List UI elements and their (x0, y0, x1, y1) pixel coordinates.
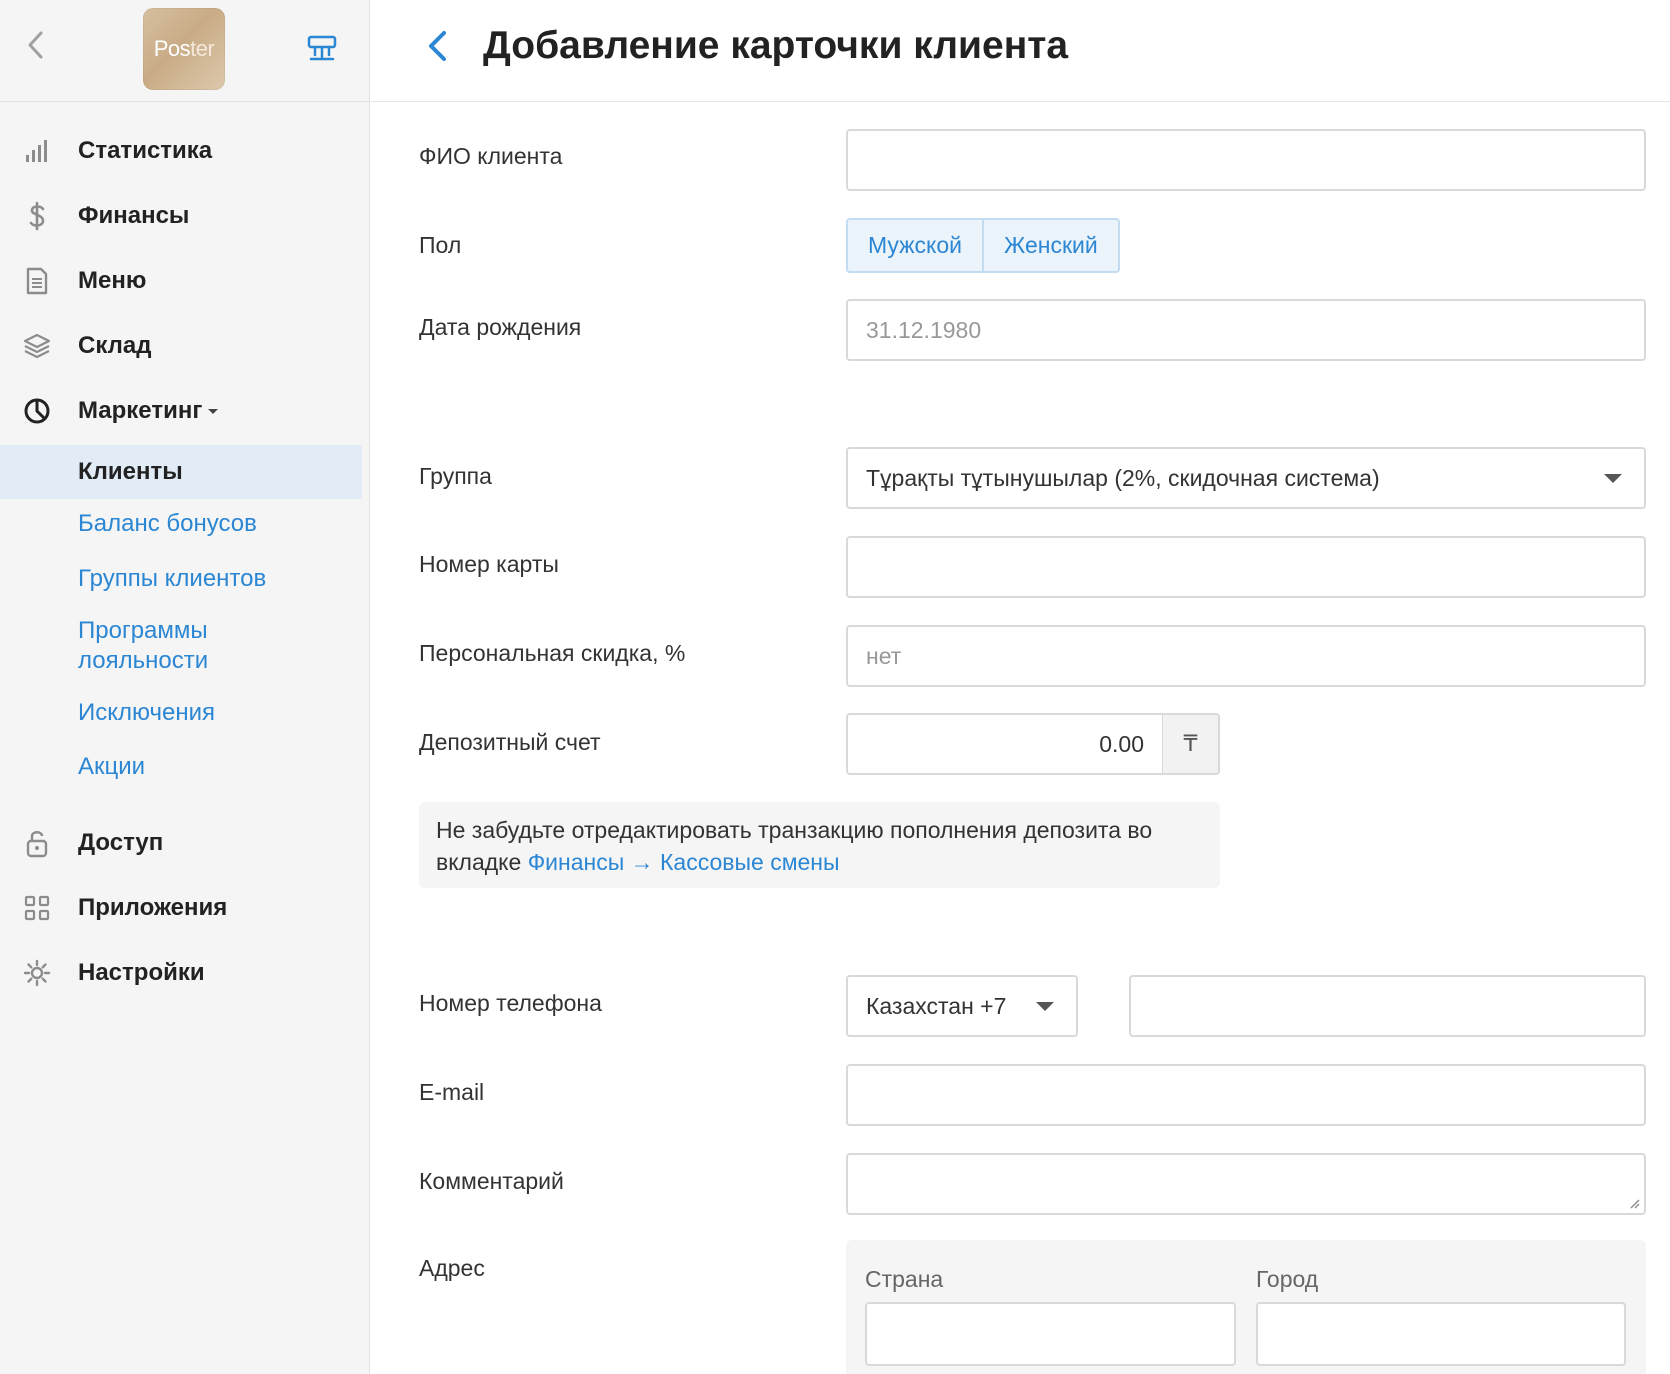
address-panel: Страна Город (846, 1240, 1646, 1374)
sidebar-item-apps[interactable]: Приложения (0, 875, 369, 940)
phone-country-value: Казахстан +7 (866, 992, 1007, 1019)
card-number-label: Номер карты (419, 551, 559, 577)
layers-icon (22, 331, 52, 361)
poster-logo[interactable]: Poster (143, 8, 225, 90)
sidebar-item-storage[interactable]: Склад (0, 313, 369, 378)
sidebar-item-label: Баланс бонусов (78, 510, 257, 537)
finance-cash-shifts-link[interactable]: Финансы → Кассовые смены (528, 849, 840, 875)
sidebar-item-exclusions[interactable]: Исключения (0, 698, 369, 728)
currency-addon: ₸ (1163, 713, 1220, 775)
bar-chart-icon (22, 136, 52, 166)
apps-grid-icon (22, 893, 52, 923)
address-label: Адрес (419, 1255, 485, 1281)
phone-input[interactable] (1129, 975, 1646, 1037)
page-title: Добавление карточки клиента (483, 24, 1069, 67)
chevron-left-icon (429, 31, 446, 61)
sidebar-item-label: Склад (78, 331, 152, 359)
lock-icon (22, 828, 52, 858)
back-button[interactable] (419, 26, 455, 66)
sidebar-item-clients[interactable]: Клиенты (0, 445, 362, 499)
logo-text-a: Pos (153, 36, 191, 61)
sidebar-item-settings[interactable]: Настройки (0, 940, 369, 1005)
deposit-label: Депозитный счет (419, 729, 601, 755)
gender-male-button[interactable]: Мужской (848, 220, 982, 271)
deposit-note: Не забудьте отредактировать транзакцию п… (419, 802, 1220, 888)
phone-country-select[interactable]: Казахстан +7 (846, 975, 1078, 1037)
discount-label: Персональная скидка, % (419, 640, 686, 666)
caret-down-icon (208, 408, 219, 414)
group-selected-value: Тұрақты тұтынушылар (2%, скидочная систе… (866, 464, 1380, 491)
sidebar-item-label: Акции (78, 753, 146, 780)
marketing-submenu: Клиенты Баланс бонусов Группы клиентов П… (0, 445, 369, 782)
sidebar-item-finance[interactable]: Финансы (0, 183, 369, 248)
sidebar-item-statistics[interactable]: Статистика (0, 118, 369, 183)
dropdown-arrow-icon (1604, 474, 1622, 483)
birthday-label: Дата рождения (419, 314, 582, 340)
discount-input[interactable]: нет (846, 625, 1646, 687)
gender-label: Пол (419, 232, 462, 258)
card-number-input[interactable] (846, 536, 1646, 598)
sidebar-item-label: Приложения (78, 893, 228, 921)
main-nav: Статистика Финансы Меню Склад Маркетинг (0, 118, 369, 443)
sidebar-item-client-groups[interactable]: Группы клиентов (0, 564, 369, 594)
pos-terminal-icon (307, 35, 337, 61)
chevron-left-icon (28, 31, 43, 59)
collapse-sidebar-button[interactable] (18, 28, 52, 62)
comment-label: Комментарий (419, 1168, 564, 1194)
dropdown-arrow-icon (1036, 1002, 1054, 1011)
birthday-input[interactable]: 31.12.1980 (846, 299, 1646, 361)
comment-textarea[interactable] (846, 1153, 1646, 1215)
logo-text-b: ter (190, 36, 215, 61)
sidebar-item-label: Программы лояльности (78, 617, 209, 674)
document-icon (22, 266, 52, 296)
sidebar-item-access[interactable]: Доступ (0, 810, 369, 875)
sidebar-header: Poster (0, 0, 369, 102)
name-input[interactable] (846, 129, 1646, 191)
sidebar-item-label: Клиенты (78, 458, 183, 485)
sidebar-item-label: Финансы (78, 201, 190, 229)
sidebar-item-label: Группы клиентов (78, 565, 267, 592)
email-input[interactable] (846, 1064, 1646, 1126)
country-input[interactable] (865, 1302, 1236, 1366)
sidebar-item-label: Настройки (78, 958, 205, 986)
sidebar: Poster Статистика Финансы Меню Склад Мар… (0, 0, 370, 1374)
sidebar-item-menu[interactable]: Меню (0, 248, 369, 313)
resize-handle-icon[interactable] (1628, 1197, 1640, 1209)
marketing-label: Маркетинг (78, 396, 203, 424)
group-select[interactable]: Тұрақты тұтынушылар (2%, скидочная систе… (846, 447, 1646, 509)
sidebar-item-marketing[interactable]: Маркетинг (0, 378, 369, 443)
sidebar-item-label: Меню (78, 266, 147, 294)
sidebar-item-label: Доступ (78, 828, 164, 856)
deposit-input[interactable]: 0.00 (846, 713, 1164, 775)
sidebar-item-label: Исключения (78, 699, 216, 726)
gender-female-button[interactable]: Женский (982, 220, 1118, 271)
city-label: Город (1256, 1266, 1319, 1292)
name-label: ФИО клиента (419, 143, 563, 169)
pos-terminal-button[interactable] (302, 28, 342, 68)
country-label: Страна (865, 1266, 944, 1292)
gear-icon (22, 958, 52, 988)
sidebar-item-label: Маркетинг (78, 396, 219, 425)
group-label: Группа (419, 463, 492, 489)
phone-label: Номер телефона (419, 990, 602, 1016)
bottom-nav: Доступ Приложения Настройки (0, 810, 369, 1005)
email-label: E-mail (419, 1079, 485, 1105)
city-input[interactable] (1256, 1302, 1626, 1366)
gender-toggle: Мужской Женский (846, 218, 1120, 273)
sidebar-item-bonus-balance[interactable]: Баланс бонусов (0, 509, 369, 539)
dollar-icon (22, 201, 52, 231)
sidebar-item-label: Статистика (78, 136, 213, 164)
sidebar-item-promotions[interactable]: Акции (0, 752, 369, 782)
page-header: Добавление карточки клиента (371, 0, 1670, 102)
sidebar-item-loyalty-programs[interactable]: Программы лояльности (0, 616, 240, 676)
marketing-icon (22, 396, 52, 426)
